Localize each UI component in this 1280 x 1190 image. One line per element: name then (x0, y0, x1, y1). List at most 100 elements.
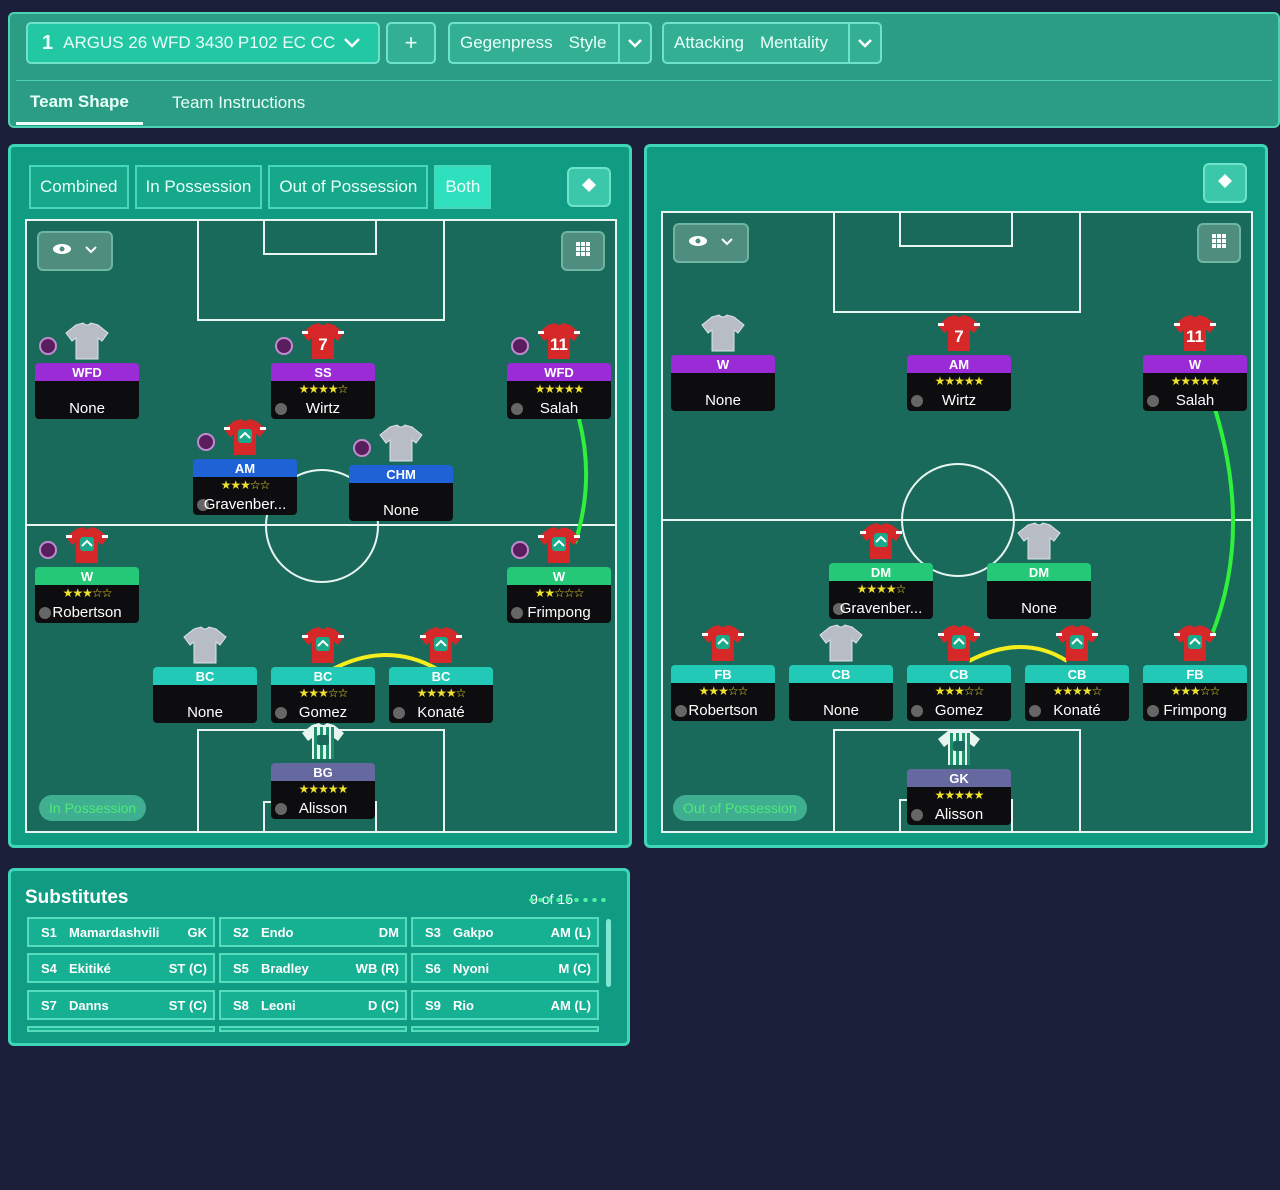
player-card[interactable]: W ★★☆☆☆ Frimpong (507, 567, 611, 623)
diamond-button[interactable] (1203, 163, 1247, 203)
shirt-icon (1172, 623, 1218, 663)
sub-row[interactable]: S1 Mamardashvili GK (27, 917, 215, 947)
player-card[interactable]: SS ★★★★☆ Wirtz (271, 363, 375, 419)
star-rating: ★★★★★ (1170, 374, 1221, 388)
shirt-icon (1016, 521, 1062, 561)
mode-toggle: Combined In Possession Out of Possession… (29, 165, 492, 209)
player-name: Salah (1175, 392, 1215, 409)
state-pill: Out of Possession (673, 795, 807, 821)
tactic-selector[interactable]: 1 ARGUS 26 WFD 3430 P102 EC CC (26, 22, 380, 64)
top-bar: 1 ARGUS 26 WFD 3430 P102 EC CC + Gegenpr… (8, 12, 1280, 128)
player-card-body: ★★★★★ Salah (507, 381, 611, 419)
svg-text:11: 11 (1186, 327, 1204, 346)
sub-row[interactable]: S5 Bradley WB (R) (219, 953, 407, 983)
sub-row[interactable]: S6 Nyoni M (C) (411, 953, 599, 983)
player-card[interactable]: CB None (789, 665, 893, 721)
mode-in-possession[interactable]: In Possession (134, 165, 263, 209)
player-card[interactable]: FB ★★★☆☆ Frimpong (1143, 665, 1247, 721)
player-role: WFD (35, 363, 139, 381)
player-card[interactable]: BG ★★★★★ Alisson (271, 763, 375, 819)
shirt-icon (858, 521, 904, 561)
player-card[interactable]: W None (671, 355, 775, 411)
shirt-icon (300, 721, 346, 761)
instruction-dot[interactable] (39, 541, 57, 559)
diamond-button[interactable] (567, 167, 611, 207)
sub-name: Bradley (261, 960, 309, 976)
player-role: AM (907, 355, 1011, 373)
star-rating: ★★★☆☆ (1170, 684, 1221, 698)
player-card-body: ★★★★★ Alisson (271, 781, 375, 819)
player-card[interactable]: FB ★★★☆☆ Robertson (671, 665, 775, 721)
plus-icon: + (404, 30, 418, 55)
sub-position: DM (378, 924, 399, 940)
player-card-body: None (671, 373, 775, 411)
sub-row[interactable]: S2 Endo DM (219, 917, 407, 947)
shirt-icon (64, 525, 110, 565)
player-role: BC (153, 667, 257, 685)
player-card[interactable]: CB ★★★★☆ Konaté (1025, 665, 1129, 721)
player-card[interactable]: DM None (987, 563, 1091, 619)
instruction-dot[interactable] (275, 337, 293, 355)
player-card[interactable]: CB ★★★☆☆ Gomez (907, 665, 1011, 721)
player-card[interactable]: BC ★★★☆☆ Gomez (271, 667, 375, 723)
player-card[interactable]: WFD ★★★★★ Salah (507, 363, 611, 419)
sub-slot: S7 (41, 997, 57, 1013)
add-tactic-button[interactable]: + (386, 22, 436, 64)
instruction-dot[interactable] (39, 337, 57, 355)
shirt-icon: 11 (536, 321, 582, 361)
player-name: Salah (539, 400, 579, 417)
player-card-body: ★★★☆☆ Gomez (271, 685, 375, 723)
player-card[interactable]: AM ★★★☆☆ Gravenber... (193, 459, 297, 515)
mode-out-of-possession[interactable]: Out of Possession (268, 165, 429, 209)
player-card-body: ★★★★☆ Gravenber... (829, 581, 933, 619)
player-card-body: ★★★☆☆ Frimpong (1143, 683, 1247, 721)
star-rating: ★★☆☆☆ (534, 586, 585, 600)
player-role: SS (271, 363, 375, 381)
player-name: Frimpong (1163, 702, 1227, 719)
player-card[interactable]: W ★★★☆☆ Robertson (35, 567, 139, 623)
player-card[interactable]: DM ★★★★☆ Gravenber... (829, 563, 933, 619)
player-role: W (507, 567, 611, 585)
sub-slot: S2 (233, 924, 249, 940)
tab-team-instructions[interactable]: Team Instructions (172, 81, 305, 125)
player-card[interactable]: BC None (153, 667, 257, 723)
player-name: Alisson (298, 800, 348, 817)
sub-row[interactable]: S4 Ekitiké ST (C) (27, 953, 215, 983)
player-role: GK (907, 769, 1011, 787)
mode-both[interactable]: Both (434, 165, 492, 209)
player-card-body: ★★★★★ Salah (1143, 373, 1247, 411)
instruction-dot[interactable] (511, 337, 529, 355)
style-dropdown[interactable]: Gegenpress Style (448, 22, 652, 64)
subs-scrollbar[interactable] (606, 919, 611, 987)
player-card[interactable]: AM ★★★★★ Wirtz (907, 355, 1011, 411)
player-card[interactable]: CHM None (349, 465, 453, 521)
sub-position: D (C) (367, 997, 399, 1013)
player-card-body: ★★★☆☆ Robertson (671, 683, 775, 721)
sub-row[interactable]: S3 Gakpo AM (L) (411, 917, 599, 947)
player-card[interactable]: GK ★★★★★ Alisson (907, 769, 1011, 825)
player-role: CB (1025, 665, 1129, 683)
sub-row[interactable]: S8 Leoni D (C) (219, 990, 407, 1020)
sub-row[interactable]: S7 Danns ST (C) (27, 990, 215, 1020)
tab-team-shape[interactable]: Team Shape (16, 81, 143, 125)
shirt-icon (936, 623, 982, 663)
mode-combined[interactable]: Combined (29, 165, 129, 209)
star-rating: ★★★★☆ (298, 382, 349, 396)
sub-position: ST (C) (168, 997, 207, 1013)
player-role: DM (829, 563, 933, 581)
player-card[interactable]: BC ★★★★☆ Konaté (389, 667, 493, 723)
player-card-body: ★★★☆☆ Gravenber... (193, 477, 297, 515)
mentality-value: Attacking (674, 33, 744, 52)
instruction-dot[interactable] (197, 433, 215, 451)
player-card[interactable]: WFD None (35, 363, 139, 419)
instruction-dot[interactable] (511, 541, 529, 559)
player-role: BC (271, 667, 375, 685)
mentality-dropdown[interactable]: Attacking Mentality (662, 22, 882, 64)
state-pill: In Possession (39, 795, 147, 821)
player-name: Konaté (417, 704, 465, 721)
shirt-icon (378, 423, 424, 463)
player-card[interactable]: W ★★★★★ Salah (1143, 355, 1247, 411)
instruction-dot[interactable] (353, 439, 371, 457)
tactic-name: ARGUS 26 WFD 3430 P102 EC CC (63, 33, 336, 52)
sub-row[interactable]: S9 Rio AM (L) (411, 990, 599, 1020)
